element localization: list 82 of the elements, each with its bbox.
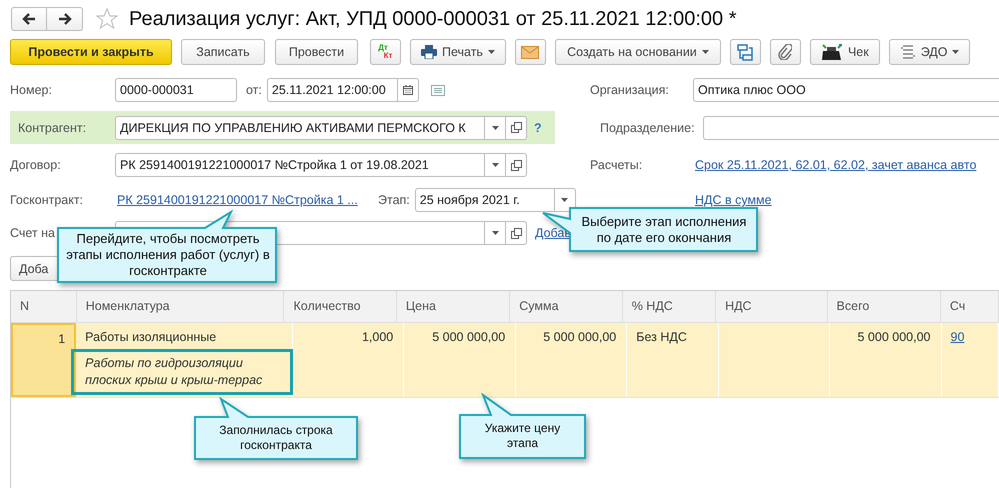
window-title: Реализация услуг: Акт, УПД 0000-000031 от 25.11.2021 12:00:00 *	[129, 8, 736, 30]
dt-kt-button[interactable]: Дт Кт	[370, 39, 401, 65]
caret-icon	[561, 198, 568, 202]
cash-register-icon	[820, 44, 843, 60]
table-cell-text: Без НДС	[636, 330, 688, 344]
number-label: Номер:	[10, 83, 53, 97]
account-link[interactable]: 90	[950, 330, 989, 344]
column-header[interactable]: Сч	[940, 291, 999, 322]
open-window-icon	[510, 228, 522, 238]
open-window-icon	[510, 122, 522, 133]
stage-label: Этап:	[378, 193, 410, 207]
caret-icon	[492, 126, 498, 130]
caret-icon	[492, 163, 498, 167]
department-field[interactable]	[703, 116, 999, 140]
toolbar-button[interactable]: Записать	[181, 39, 265, 65]
contract-label: Договор:	[10, 158, 62, 172]
receipt-button[interactable]: Чек	[810, 39, 880, 65]
gov-contract-link[interactable]: РК 2591400191221000017 №Стройка 1 ...	[117, 193, 369, 207]
column-header[interactable]: N	[11, 291, 77, 322]
date-field[interactable]: 25.11.2021 12:00:00	[266, 78, 398, 102]
counterparty-label: Контрагент:	[18, 120, 88, 134]
callout-text: Заполнилась строка госконтракта	[218, 422, 334, 454]
calendar-button[interactable]	[398, 78, 419, 102]
forward-arrow-icon	[58, 13, 72, 25]
table-row[interactable]: 1 Работы изоляционные Работы по гидроизоляции плоских крыш и крыш-террас 1,000 5 000 000,00 5 000 000,00 Без НДС 5 000 000,00 90	[11, 323, 999, 398]
create-based-on-button[interactable]: Создать на основании	[554, 39, 721, 65]
settlements-label: Расчеты:	[590, 158, 644, 172]
date-label: от:	[246, 83, 262, 97]
help-link[interactable]: ?	[534, 120, 542, 134]
open-button[interactable]	[506, 116, 527, 140]
organization-label: Организация:	[590, 83, 670, 97]
callout-text: Выберите этап исполнения по дате его окончания	[580, 213, 748, 247]
caret-icon	[702, 50, 709, 54]
open-button[interactable]	[506, 221, 527, 245]
email-button[interactable]	[514, 39, 546, 65]
table-cell: 5 000 000,00	[543, 330, 616, 344]
callout-text: Укажите цену этапа	[484, 420, 562, 452]
paperclip-icon	[778, 44, 792, 60]
attachment-button[interactable]	[770, 39, 801, 65]
column-header[interactable]: Всего	[828, 291, 941, 322]
department-label: Подразделение:	[600, 120, 696, 134]
structure-button[interactable]	[730, 39, 761, 65]
caret-icon	[488, 50, 495, 54]
column-header[interactable]: Цена	[396, 291, 510, 322]
star-icon[interactable]	[95, 7, 119, 31]
table-cell: 5 000 000,00	[858, 330, 930, 344]
column-header[interactable]: Сумма	[510, 291, 623, 322]
caret-icon	[952, 50, 960, 54]
column-header[interactable]: % НДС	[622, 291, 716, 322]
envelope-icon	[521, 46, 540, 58]
stage-field[interactable]: 25 ноября 2021 г.	[414, 188, 555, 212]
table-cell: 1,000	[362, 330, 394, 344]
column-header[interactable]: НДС	[716, 291, 828, 322]
column-header[interactable]: Количество	[284, 291, 397, 322]
forward-button[interactable]	[47, 7, 83, 31]
item-description: Работы по гидроизоляции плоских крыш и крыш-террас	[71, 349, 294, 395]
print-button[interactable]: Печать	[410, 39, 506, 65]
column-header[interactable]: Номенклатура	[76, 291, 284, 322]
calendar-icon	[402, 85, 413, 95]
organization-field[interactable]: Оптика плюс ООО	[693, 78, 999, 102]
edo-button[interactable]: ЭДО	[888, 39, 970, 65]
number-field[interactable]: 0000-000031	[115, 78, 237, 102]
printer-icon	[421, 45, 437, 59]
toolbar-button[interactable]: Провести	[275, 39, 358, 65]
dropdown-button[interactable]	[485, 153, 506, 177]
open-window-icon	[510, 160, 522, 170]
caret-icon	[492, 231, 498, 235]
hierarchy-icon	[737, 44, 754, 60]
post-and-close-button[interactable]: Провести и закрыть	[10, 39, 172, 65]
contract-field[interactable]: РК 2591400191221000017 №Стройка 1 от 19.08.2021	[115, 153, 485, 177]
dropdown-button[interactable]	[485, 116, 506, 140]
item-name: Работы изоляционные	[85, 330, 218, 344]
back-arrow-icon	[22, 13, 36, 25]
settlements-link[interactable]: Срок 25.11.2021, 62.01, 62.02, зачет аванса авто	[695, 158, 976, 172]
open-button[interactable]	[506, 153, 527, 177]
vat-link[interactable]: НДС в сумме	[695, 193, 772, 207]
back-button[interactable]	[11, 7, 47, 31]
row-number: 1	[58, 332, 66, 346]
table-cell: 5 000 000,00	[432, 330, 506, 344]
dropdown-button[interactable]	[485, 221, 506, 245]
counterparty-field[interactable]: ДИРЕКЦИЯ ПО УПРАВЛЕНИЮ АКТИВАМИ ПЕРМСКОГО К	[115, 116, 485, 140]
gov-contract-label: Госконтракт:	[10, 193, 84, 207]
